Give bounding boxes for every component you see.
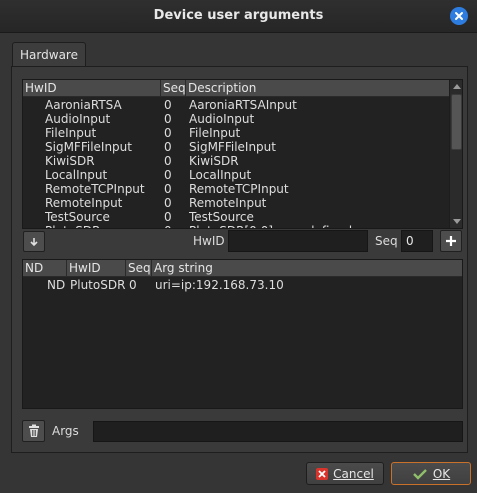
delete-button[interactable] — [22, 420, 45, 442]
title-bar: Device user arguments — [0, 0, 477, 33]
cancel-label: Cancel — [333, 466, 374, 481]
table-row[interactable]: TestSource 0 TestSource — [23, 210, 449, 224]
cell-description: LocalInput — [189, 168, 252, 182]
cell-seq: 0 — [164, 210, 172, 224]
cell-seq: 0 — [164, 196, 172, 210]
column-header-seq[interactable]: Seq — [161, 80, 186, 97]
plus-icon — [446, 236, 456, 246]
ok-checkmark-icon — [412, 468, 427, 480]
close-button[interactable] — [450, 7, 468, 25]
scrollbar-thumb[interactable] — [451, 94, 462, 150]
cell-seq: 0 — [164, 224, 184, 228]
table-row[interactable]: AaroniaRTSA 0 AaroniaRTSAInput — [23, 98, 449, 112]
cell-hwid: PlutoSDR — [70, 278, 126, 292]
table-row[interactable]: SigMFFileInput 0 SigMFFileInput — [23, 140, 449, 154]
cell-hwid: PlutoSDR — [45, 224, 159, 228]
cell-seq: 0 — [164, 98, 172, 112]
table-row[interactable]: KiwiSDR 0 KiwiSDR — [23, 154, 449, 168]
cell-seq: 0 — [129, 278, 137, 292]
close-icon — [455, 12, 463, 20]
cell-nd: ND — [47, 278, 66, 292]
cell-seq: 0 — [164, 154, 172, 168]
cell-hwid: AaroniaRTSA — [45, 98, 122, 112]
table-row[interactable]: PlutoSDR 0 PlutoSDR[0:0] user defined — [23, 224, 449, 228]
table-row[interactable]: LocalInput 0 LocalInput — [23, 168, 449, 182]
add-button[interactable] — [440, 230, 462, 252]
device-arguments-table: ND HwID Seq Arg string ND PlutoSDR 0 uri=ip… — [22, 259, 463, 409]
add-to-list-button[interactable] — [23, 231, 45, 252]
column-header-seq[interactable]: Seq — [126, 260, 152, 277]
arrow-down-icon — [30, 237, 38, 246]
column-header-hwid[interactable]: HwID — [67, 260, 126, 277]
cancel-icon — [316, 467, 329, 480]
cancel-button[interactable]: Cancel — [306, 462, 384, 485]
vertical-scrollbar[interactable] — [449, 80, 462, 228]
cell-hwid: SigMFFileInput — [45, 140, 132, 154]
table-row[interactable]: AudioInput 0 AudioInput — [23, 112, 449, 126]
cell-description: AaroniaRTSAInput — [189, 98, 297, 112]
cell-hwid: TestSource — [45, 210, 110, 224]
table-header: HwID Seq Description — [23, 80, 449, 97]
cell-seq: 0 — [164, 140, 172, 154]
column-header-description[interactable]: Description — [186, 80, 449, 97]
column-header-hwid[interactable]: HwID — [23, 80, 161, 97]
tab-hardware[interactable]: Hardware — [12, 42, 86, 67]
seq-spinbox[interactable]: 0 — [401, 230, 433, 252]
column-header-arg-string[interactable]: Arg string — [152, 260, 462, 277]
cell-description: PlutoSDR[0:0] user defined — [189, 224, 447, 228]
table-header: ND HwID Seq Arg string — [23, 260, 462, 277]
cell-hwid: AudioInput — [45, 112, 111, 126]
column-header-nd[interactable]: ND — [23, 260, 67, 277]
hwid-input[interactable] — [228, 230, 368, 252]
cell-hwid: RemoteTCPInput — [45, 182, 145, 196]
cell-arg-string: uri=ip:192.168.73.10 — [155, 278, 284, 292]
cell-description: RemoteInput — [189, 196, 267, 210]
cell-seq: 0 — [164, 182, 172, 196]
window-title: Device user arguments — [153, 8, 324, 23]
cell-hwid: LocalInput — [45, 168, 108, 182]
cell-description: TestSource — [189, 210, 254, 224]
available-devices-table: HwID Seq Description AaroniaRTSA 0 Aaronia… — [22, 79, 463, 229]
cell-seq: 0 — [164, 126, 172, 140]
cell-hwid: KiwiSDR — [45, 154, 95, 168]
cell-hwid: FileInput — [45, 126, 97, 140]
ok-button[interactable]: OK — [391, 462, 471, 485]
table-row[interactable]: RemoteInput 0 RemoteInput — [23, 196, 449, 210]
cell-description: AudioInput — [189, 112, 255, 126]
cell-description: RemoteTCPInput — [189, 182, 289, 196]
ok-label: OK — [432, 466, 451, 481]
table-row[interactable]: RemoteTCPInput 0 RemoteTCPInput — [23, 182, 449, 196]
table-row[interactable]: FileInput 0 FileInput — [23, 126, 449, 140]
trash-icon — [28, 424, 39, 437]
args-input[interactable] — [93, 421, 463, 442]
cell-seq: 0 — [164, 112, 172, 126]
seq-label: Seq — [375, 234, 398, 248]
cell-description: SigMFFileInput — [189, 140, 276, 154]
cell-seq: 0 — [164, 168, 172, 182]
cell-description: KiwiSDR — [189, 154, 239, 168]
scroll-up-arrow-icon[interactable] — [450, 80, 462, 92]
scroll-down-arrow-icon[interactable] — [450, 216, 462, 228]
args-label: Args — [52, 424, 79, 438]
cell-description: FileInput — [189, 126, 241, 140]
hwid-label: HwID — [193, 234, 225, 248]
cell-hwid: RemoteInput — [45, 196, 123, 210]
table-row[interactable]: ND PlutoSDR 0 uri=ip:192.168.73.10 — [23, 278, 462, 292]
